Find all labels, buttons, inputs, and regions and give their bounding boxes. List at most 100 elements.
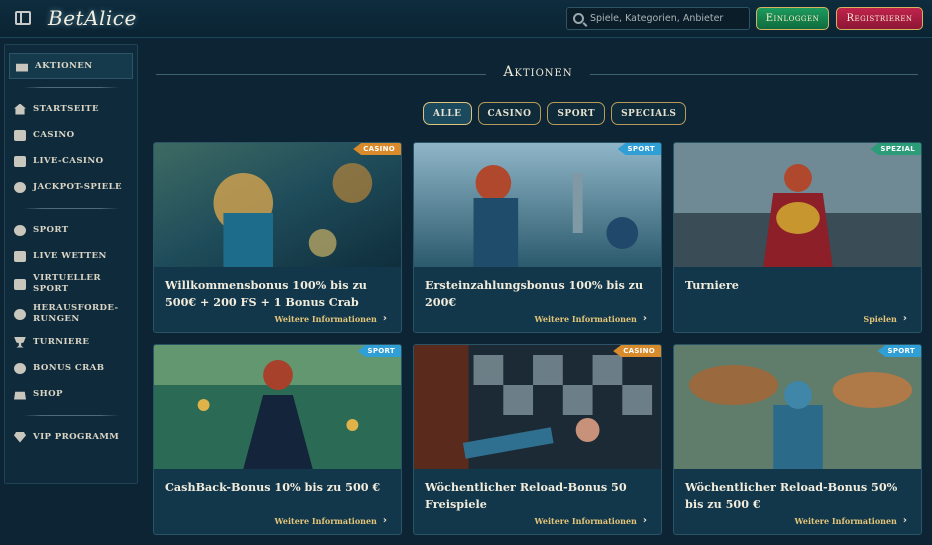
chevron-right-icon: › bbox=[382, 313, 387, 324]
link-label: Spielen bbox=[863, 313, 897, 324]
sidebar-item-herausforderungen[interactable]: HERAUSFORDE-RUNGEN bbox=[5, 299, 137, 329]
sidebar-item-live-casino[interactable]: LIVE-CASINO bbox=[5, 148, 137, 174]
sidebar-item-bonus-crab[interactable]: BONUS CRAB bbox=[5, 355, 137, 381]
login-button[interactable]: Einloggen bbox=[756, 7, 829, 30]
more-info-link[interactable]: Weitere Informationen › bbox=[795, 515, 907, 526]
category-badge: CASINO bbox=[353, 143, 401, 155]
sidebar-item-label: JACKPOT-SPIELE bbox=[33, 182, 122, 192]
sidebar-item-label: AKTIONEN bbox=[35, 61, 93, 71]
search-icon bbox=[573, 13, 584, 24]
sidebar-item-label: CASINO bbox=[33, 130, 75, 140]
sidebar-item-label: SPORT bbox=[33, 225, 69, 235]
sidebar-item-aktionen[interactable]: AKTIONEN bbox=[9, 53, 133, 79]
link-label: Weitere Informationen bbox=[794, 515, 897, 526]
soccer-ball-icon bbox=[14, 224, 26, 236]
sidebar-divider bbox=[23, 415, 119, 416]
register-button[interactable]: Registrieren bbox=[836, 7, 923, 30]
category-badge: SPORT bbox=[877, 345, 921, 357]
sidebar-item-label: BONUS CRAB bbox=[33, 363, 105, 373]
category-badge: CASINO bbox=[613, 345, 661, 357]
home-icon bbox=[14, 103, 26, 115]
search-input[interactable] bbox=[590, 13, 740, 24]
sidebar-item-label: VIRTUELLER SPORT bbox=[33, 273, 101, 294]
sidebar-item-startseite[interactable]: STARTSEITE bbox=[5, 96, 137, 122]
promo-title: CashBack-Bonus 10% bis zu 500 € bbox=[165, 480, 381, 494]
sidebar-item-label: TURNIERE bbox=[33, 337, 90, 347]
chevron-right-icon: › bbox=[382, 515, 387, 526]
sidebar-item-jackpot[interactable]: JACKPOT-SPIELE bbox=[5, 174, 137, 200]
top-header: BetAlice Einloggen Registrieren bbox=[0, 0, 932, 38]
betalice-logo[interactable]: BetAlice bbox=[48, 6, 137, 30]
cards-icon bbox=[14, 155, 26, 167]
live-icon bbox=[14, 250, 26, 262]
play-link[interactable]: Spielen › bbox=[863, 313, 907, 324]
chevron-right-icon: › bbox=[902, 515, 907, 526]
link-label: Weitere Informationen bbox=[274, 515, 377, 526]
category-badge: SPEZIAL bbox=[870, 143, 921, 155]
search-box[interactable] bbox=[566, 7, 750, 30]
title-divider-right bbox=[590, 74, 918, 75]
promo-card[interactable]: SPEZIAL Turniere Spielen › bbox=[673, 142, 922, 333]
sidebar-item-live-wetten[interactable]: LIVE WETTEN bbox=[5, 243, 137, 269]
crab-icon bbox=[14, 362, 26, 374]
promo-card[interactable]: CASINO Willkommensbonus 100% bis zu 500€… bbox=[153, 142, 402, 333]
clover-icon bbox=[14, 181, 26, 193]
promo-title: Turniere bbox=[685, 278, 739, 292]
diamond-icon bbox=[14, 431, 26, 443]
link-label: Weitere Informationen bbox=[534, 515, 637, 526]
page-title: Aktionen bbox=[503, 64, 573, 80]
chevron-right-icon: › bbox=[902, 313, 907, 324]
promo-image-queen-scepter bbox=[414, 143, 661, 267]
filter-alle[interactable]: ALLE bbox=[423, 102, 472, 125]
sidebar-item-label: LIVE WETTEN bbox=[33, 251, 107, 261]
medal-icon bbox=[14, 308, 26, 320]
trophy-icon bbox=[14, 336, 26, 348]
promo-title: Wöchentlicher Reload-Bonus 50 Freispiele bbox=[425, 480, 627, 511]
promo-card[interactable]: SPORT Ersteinzahlungsbonus 100% bis zu 2… bbox=[413, 142, 662, 333]
filter-casino[interactable]: CASINO bbox=[477, 102, 542, 125]
category-badge: SPORT bbox=[617, 143, 661, 155]
sidebar-item-vip[interactable]: VIP PROGRAMM bbox=[5, 424, 137, 450]
title-divider-left bbox=[156, 74, 486, 75]
chevron-right-icon: › bbox=[642, 313, 647, 324]
sidebar-toggle-icon[interactable] bbox=[15, 11, 31, 25]
category-badge: SPORT bbox=[357, 345, 401, 357]
promo-card[interactable]: SPORT Wöchentlicher Reload-Bonus 50% bis… bbox=[673, 344, 922, 535]
promo-card[interactable]: CASINO Wöchentlicher Reload-Bonus 50 Fre… bbox=[413, 344, 662, 535]
sidebar-item-label: SHOP bbox=[33, 389, 63, 399]
sidebar-item-virtueller-sport[interactable]: VIRTUELLER SPORT bbox=[5, 269, 137, 299]
sidebar-item-turniere[interactable]: TURNIERE bbox=[5, 329, 137, 355]
more-info-link[interactable]: Weitere Informationen › bbox=[535, 313, 647, 324]
slot-machine-icon bbox=[14, 129, 26, 141]
sidebar-item-shop[interactable]: SHOP bbox=[5, 381, 137, 407]
promo-image-reload-chessboard bbox=[414, 345, 661, 469]
filter-sport[interactable]: SPORT bbox=[547, 102, 606, 125]
sidebar-item-label: STARTSEITE bbox=[33, 104, 99, 114]
sidebar-item-casino[interactable]: CASINO bbox=[5, 122, 137, 148]
more-info-link[interactable]: Weitere Informationen › bbox=[535, 515, 647, 526]
promo-image-queen-cashback bbox=[154, 345, 401, 469]
filter-tabs: ALLE CASINO SPORT SPECIALS bbox=[423, 102, 687, 125]
sidebar-item-label: HERAUSFORDE-RUNGEN bbox=[33, 303, 119, 324]
promo-card[interactable]: SPORT CashBack-Bonus 10% bis zu 500 € We… bbox=[153, 344, 402, 535]
more-info-link[interactable]: Weitere Informationen › bbox=[275, 313, 387, 324]
promo-title: Wöchentlicher Reload-Bonus 50% bis zu 50… bbox=[685, 480, 898, 511]
more-info-link[interactable]: Weitere Informationen › bbox=[275, 515, 387, 526]
chevron-right-icon: › bbox=[642, 515, 647, 526]
sidebar-divider bbox=[23, 208, 119, 209]
link-label: Weitere Informationen bbox=[534, 313, 637, 324]
shopping-bag-icon bbox=[14, 391, 26, 400]
sidebar-item-sport[interactable]: SPORT bbox=[5, 217, 137, 243]
promo-image-queen-trophy bbox=[674, 143, 921, 267]
promo-title: Willkommensbonus 100% bis zu 500€ + 200 … bbox=[165, 278, 367, 309]
sidebar: AKTIONEN STARTSEITE CASINO LIVE-CASINO J… bbox=[4, 44, 138, 484]
sidebar-item-label: LIVE-CASINO bbox=[33, 156, 104, 166]
filter-specials[interactable]: SPECIALS bbox=[611, 102, 687, 125]
promo-title: Ersteinzahlungsbonus 100% bis zu 200€ bbox=[425, 278, 644, 309]
sidebar-divider bbox=[23, 87, 119, 88]
screen-icon bbox=[14, 278, 26, 290]
promo-image-alice-cards bbox=[154, 143, 401, 267]
page-title-row: Aktionen bbox=[152, 64, 922, 86]
link-label: Weitere Informationen bbox=[274, 313, 377, 324]
sidebar-item-label: VIP PROGRAMM bbox=[33, 432, 120, 442]
